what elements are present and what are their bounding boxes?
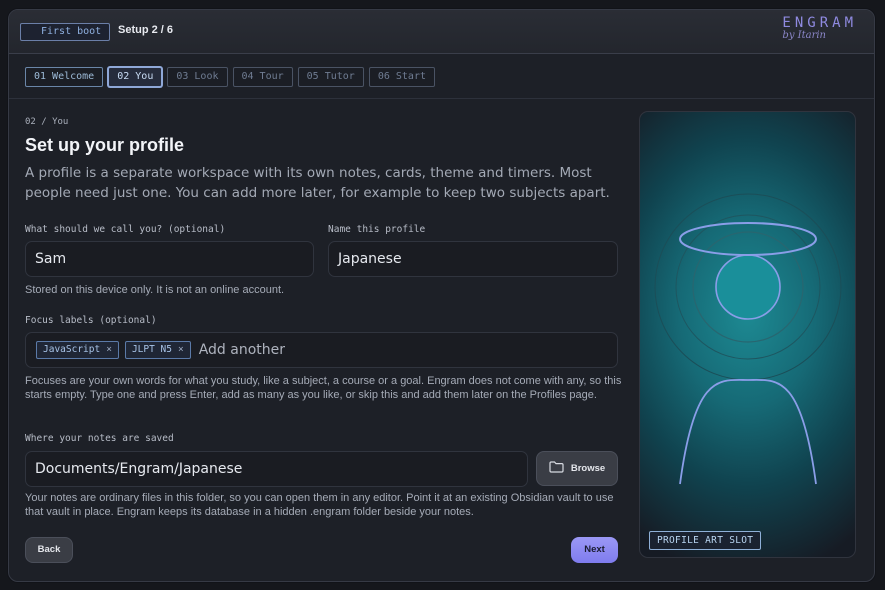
step-you[interactable]: 02 You — [108, 67, 163, 87]
browse-label: Browse — [570, 463, 606, 474]
profile-art-illustration — [654, 193, 842, 485]
focus-hint: Focuses are your own words for what you … — [25, 375, 622, 401]
profile-name-label: Name this profile — [328, 224, 426, 235]
step-tutor[interactable]: 05 Tutor — [297, 67, 364, 87]
notes-path-field[interactable]: Documents/Engram/Japanese — [25, 451, 528, 487]
step-start[interactable]: 06 Start — [368, 67, 435, 87]
browse-button[interactable]: Browse — [536, 451, 618, 486]
back-button[interactable]: Back — [25, 537, 73, 563]
step-tour[interactable]: 04 Tour — [232, 67, 293, 87]
focus-add-placeholder[interactable]: Add another — [199, 333, 285, 367]
focus-labels-label: Focus labels (optional) — [25, 315, 157, 326]
step-look[interactable]: 03 Look — [167, 67, 228, 87]
name-field[interactable]: Sam — [25, 241, 314, 277]
breadcrumb: 02 / You — [25, 117, 69, 127]
notes-path-label: Where your notes are saved — [25, 433, 174, 444]
title-bar: First boot Setup 2 / 6 ENGRAM by Itarin — [9, 10, 874, 54]
brand-name: ENGRAM — [782, 15, 857, 31]
focus-tag-label: JavaScript — [43, 344, 101, 355]
setup-window: First boot Setup 2 / 6 ENGRAM by Itarin … — [8, 9, 875, 582]
profile-name-field[interactable]: Japanese — [328, 241, 618, 277]
close-icon[interactable]: × — [106, 342, 112, 358]
intro-text: A profile is a separate workspace with i… — [25, 165, 610, 201]
name-hint: Stored on this device only. It is not an… — [25, 284, 285, 296]
first-boot-badge: First boot — [20, 23, 110, 41]
profile-art-panel: PROFILE ART SLOT — [639, 111, 856, 558]
profile-art-slot-label: PROFILE ART SLOT — [649, 531, 762, 550]
header-divider — [9, 98, 874, 99]
focus-tag[interactable]: JavaScript × — [36, 341, 119, 359]
brand-byline: by Itarin — [782, 30, 827, 41]
step-nav: 01 Welcome 02 You 03 Look 04 Tour 05 Tut… — [25, 67, 435, 87]
folder-icon — [549, 461, 564, 476]
close-icon[interactable]: × — [178, 342, 184, 358]
focus-tag-label: JLPT N5 — [131, 344, 172, 355]
focus-tag[interactable]: JLPT N5 × — [124, 341, 191, 359]
setup-step-indicator: Setup 2 / 6 — [118, 24, 174, 36]
name-label: What should we call you? (optional) — [25, 224, 226, 235]
step-welcome[interactable]: 01 Welcome — [25, 67, 104, 87]
brand: ENGRAM by Itarin — [782, 15, 857, 41]
focus-labels-input[interactable]: JavaScript × JLPT N5 × Add another — [25, 332, 618, 368]
page-title: Set up your profile — [25, 135, 185, 155]
next-button[interactable]: Next — [571, 537, 618, 563]
notes-path-hint: Your notes are ordinary files in this fo… — [25, 492, 614, 518]
